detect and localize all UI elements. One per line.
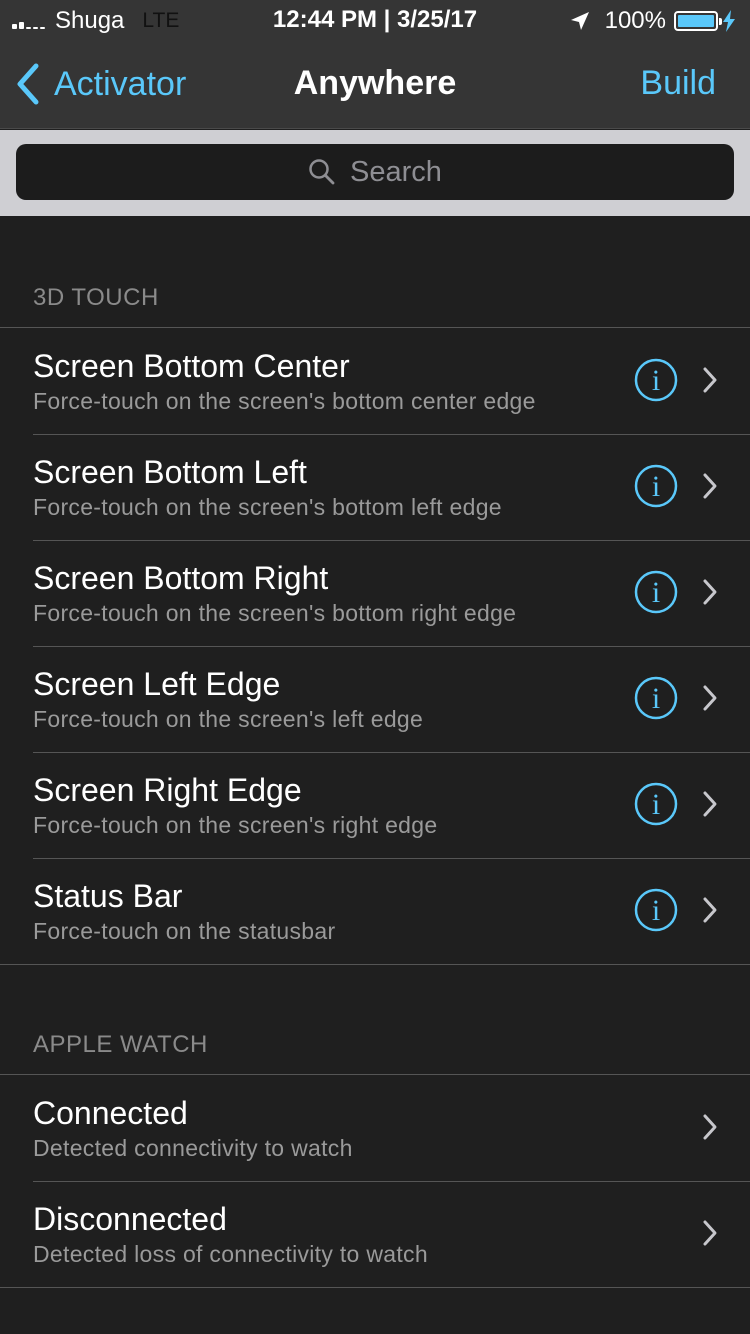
group-apple-watch: Connected Detected connectivity to watch… (0, 1074, 750, 1288)
charging-bolt-icon (723, 10, 735, 32)
row-subtitle: Detected loss of connectivity to watch (33, 1241, 428, 1267)
battery-percent: 100% (604, 7, 666, 34)
row-subtitle: Force-touch on the screen's bottom left … (33, 494, 502, 520)
chevron-right-icon (703, 473, 717, 499)
row-title: Screen Bottom Right (33, 560, 329, 596)
list-item[interactable]: Disconnected Detected loss of connectivi… (0, 1181, 750, 1287)
status-right: 100% (569, 6, 736, 36)
svg-text:i: i (652, 470, 660, 503)
group-3d-touch: Screen Bottom Center Force-touch on the … (0, 327, 750, 965)
row-title: Screen Bottom Left (33, 454, 307, 490)
row-title: Status Bar (33, 878, 183, 914)
search-bar: Search (0, 130, 750, 216)
info-icon[interactable]: i (634, 676, 678, 720)
row-subtitle: Force-touch on the screen's left edge (33, 706, 424, 732)
info-icon[interactable]: i (634, 570, 678, 614)
chevron-right-icon (703, 1114, 717, 1140)
row-title: Screen Right Edge (33, 772, 302, 808)
chevron-right-icon (703, 685, 717, 711)
list-item[interactable]: Screen Bottom Right Force-touch on the s… (0, 540, 750, 646)
list-item[interactable]: Status Bar Force-touch on the statusbar … (0, 858, 750, 964)
info-icon[interactable]: i (634, 464, 678, 508)
chevron-right-icon (703, 579, 717, 605)
row-title: Disconnected (33, 1201, 227, 1237)
list-item[interactable]: Connected Detected connectivity to watch (0, 1075, 750, 1181)
row-title: Connected (33, 1095, 188, 1131)
battery-icon (674, 11, 722, 31)
info-icon[interactable]: i (634, 888, 678, 932)
build-button[interactable]: Build (640, 64, 716, 103)
row-title: Screen Bottom Center (33, 348, 350, 384)
chevron-right-icon (703, 791, 717, 817)
info-icon[interactable]: i (634, 782, 678, 826)
row-subtitle: Force-touch on the screen's bottom cente… (33, 388, 536, 414)
svg-text:i: i (652, 364, 660, 397)
row-title: Screen Left Edge (33, 666, 281, 702)
search-icon (309, 159, 335, 185)
list-item[interactable]: Screen Left Edge Force-touch on the scre… (0, 646, 750, 752)
svg-text:i: i (652, 788, 660, 821)
search-input[interactable]: Search (16, 144, 734, 200)
svg-text:i: i (652, 576, 660, 609)
row-subtitle: Force-touch on the screen's bottom right… (33, 600, 517, 626)
row-subtitle: Force-touch on the statusbar (33, 918, 336, 944)
svg-text:i: i (652, 894, 660, 927)
top-bar: Shuga LTE 12:44 PM | 3/25/17 100% Activa… (0, 0, 750, 129)
row-subtitle: Detected connectivity to watch (33, 1135, 353, 1161)
chevron-right-icon (703, 367, 717, 393)
page-title: Anywhere (293, 64, 457, 102)
list-item[interactable]: Screen Right Edge Force-touch on the scr… (0, 752, 750, 858)
list-item[interactable]: Screen Bottom Center Force-touch on the … (0, 328, 750, 434)
chevron-right-icon (703, 1220, 717, 1246)
navigation-bar: Activator Anywhere Build (0, 40, 750, 128)
chevron-right-icon (703, 897, 717, 923)
section-header-3d-touch: 3D TOUCH (33, 284, 159, 311)
location-arrow-icon (570, 12, 589, 30)
row-subtitle: Force-touch on the screen's right edge (33, 812, 438, 838)
list-item[interactable]: Screen Bottom Left Force-touch on the sc… (0, 434, 750, 540)
search-placeholder: Search (350, 155, 442, 188)
info-icon[interactable]: i (634, 358, 678, 402)
section-header-apple-watch: APPLE WATCH (33, 1031, 208, 1058)
svg-text:i: i (652, 682, 660, 715)
status-bar: Shuga LTE 12:44 PM | 3/25/17 100% (0, 0, 750, 40)
